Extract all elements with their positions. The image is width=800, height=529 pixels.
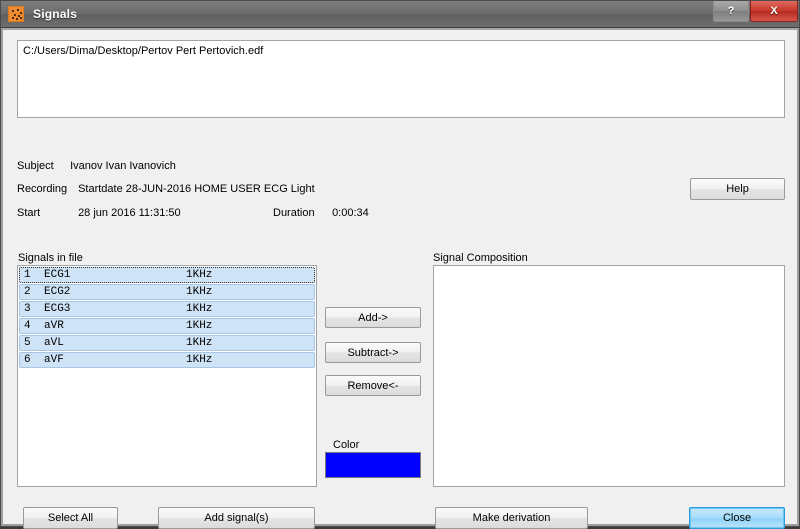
dialog-client-area: C:/Users/Dima/Desktop/Pertov Pert Pertov… [1,28,799,529]
signal-name: ECG3 [44,303,71,315]
signal-list-row[interactable]: 2 ECG2 1KHz [19,284,315,300]
help-button[interactable]: Help [690,178,785,200]
signals-in-file-label: Signals in file [18,252,83,264]
signal-sample-rate: 1KHz [186,354,213,366]
signal-composition-listbox[interactable] [433,265,785,487]
make-derivation-button[interactable]: Make derivation [435,507,588,529]
signal-index: 4 [24,320,31,332]
file-path-listbox[interactable]: C:/Users/Dima/Desktop/Pertov Pert Pertov… [17,40,785,118]
recording-info-row: Recording Startdate 28-JUN-2016 HOME USE… [17,183,315,195]
close-icon-button[interactable]: X [750,1,798,22]
add-button[interactable]: Add-> [325,307,421,328]
signal-index: 3 [24,303,31,315]
signal-sample-rate: 1KHz [186,269,213,281]
signal-index: 1 [24,269,31,281]
signal-list-row[interactable]: 1 ECG1 1KHz [19,267,315,283]
subject-info-row: Subject Ivanov Ivan Ivanovich [17,160,176,172]
start-label: Start [17,207,41,219]
subtract-button[interactable]: Subtract-> [325,342,421,363]
signal-sample-rate: 1KHz [186,286,213,298]
color-swatch[interactable] [325,452,421,478]
duration-label: Duration [273,207,315,219]
signal-name: aVF [44,354,64,366]
duration-value: 0:00:34 [332,207,369,219]
window-title: Signals [33,7,78,21]
start-value: 28 jun 2016 11:31:50 [78,207,181,219]
signal-sample-rate: 1KHz [186,303,213,315]
signal-name: aVL [44,337,64,349]
signal-name: ECG1 [44,269,71,281]
signal-composition-label: Signal Composition [433,252,528,264]
signals-dialog-window: Signals ? X C:/Users/Dima/Desktop/Pertov… [0,0,800,529]
select-all-button[interactable]: Select All [23,507,118,529]
file-path-value: C:/Users/Dima/Desktop/Pertov Pert Pertov… [23,45,264,57]
signal-sample-rate: 1KHz [186,320,213,332]
signals-in-file-listbox[interactable]: 1 ECG1 1KHz 2 ECG2 1KHz 3 ECG3 1KHz 4 aVR 1KHz 5 aVL 1… [17,265,317,487]
signal-list-row[interactable]: 3 ECG3 1KHz [19,301,315,317]
signal-list-row[interactable]: 5 aVL 1KHz [19,335,315,351]
signal-index: 5 [24,337,31,349]
remove-button[interactable]: Remove<- [325,375,421,396]
recording-label: Recording [17,183,68,195]
color-label: Color [333,439,360,451]
help-icon-button[interactable]: ? [713,1,749,22]
title-bar-buttons: ? X [713,1,798,22]
signal-index: 2 [24,286,31,298]
signal-name: ECG2 [44,286,71,298]
subject-value: Ivanov Ivan Ivanovich [70,160,176,172]
signal-sample-rate: 1KHz [186,337,213,349]
signal-name: aVR [44,320,64,332]
recording-value: Startdate 28-JUN-2016 HOME USER ECG Ligh… [78,183,315,195]
close-button[interactable]: Close [689,507,785,529]
signals-app-icon [8,6,24,22]
title-bar[interactable]: Signals ? X [1,1,799,28]
subject-label: Subject [17,160,54,172]
signal-list-row[interactable]: 4 aVR 1KHz [19,318,315,334]
signal-index: 6 [24,354,31,366]
start-info-row: Start 28 jun 2016 11:31:50 [17,207,181,219]
add-signals-button[interactable]: Add signal(s) [158,507,315,529]
signal-list-row[interactable]: 6 aVF 1KHz [19,352,315,368]
duration-info-row: Duration 0:00:34 [273,207,369,219]
